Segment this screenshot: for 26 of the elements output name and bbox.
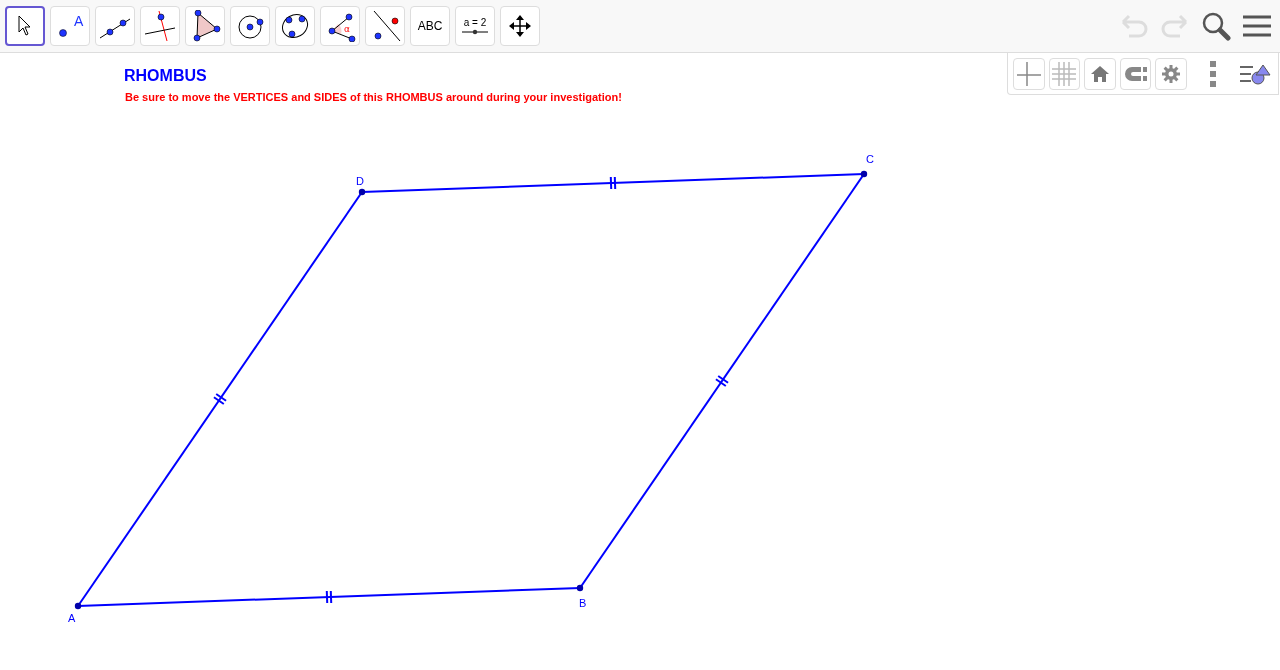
style-button[interactable] bbox=[1084, 57, 1116, 90]
vertex-point[interactable] bbox=[576, 584, 584, 592]
axes-icon bbox=[1015, 60, 1042, 87]
slider-icon bbox=[462, 29, 488, 35]
grid-icon bbox=[1051, 60, 1078, 87]
magnet-icon bbox=[1122, 64, 1149, 83]
vertical-dots-icon bbox=[1208, 60, 1217, 87]
canvas-title: RHOMBUS bbox=[124, 67, 207, 85]
vertex-label: B bbox=[579, 597, 587, 609]
perpendicular-line-icon bbox=[143, 10, 177, 42]
tool-button[interactable]: ABC bbox=[410, 6, 450, 46]
style-button[interactable] bbox=[1155, 57, 1187, 90]
vertex-label: C bbox=[866, 153, 874, 165]
instruction-text: Be sure to move the VERTICES and SIDES of this RHOMBUS around during your investigation! bbox=[125, 91, 622, 103]
vertex-label: A bbox=[68, 612, 76, 624]
tool-button[interactable]: A bbox=[50, 6, 90, 46]
vertex-point[interactable] bbox=[358, 188, 366, 196]
style-button[interactable] bbox=[1119, 57, 1152, 90]
home-icon bbox=[1091, 65, 1109, 82]
vertex-point[interactable] bbox=[860, 170, 868, 178]
arrow-cursor-icon bbox=[17, 15, 33, 37]
vertex-point[interactable] bbox=[74, 602, 82, 610]
vertex-label: D bbox=[356, 175, 364, 187]
move-arrows-icon bbox=[508, 14, 532, 38]
tool-button[interactable]: a = 2 bbox=[455, 6, 495, 46]
gear-icon bbox=[1162, 64, 1181, 83]
